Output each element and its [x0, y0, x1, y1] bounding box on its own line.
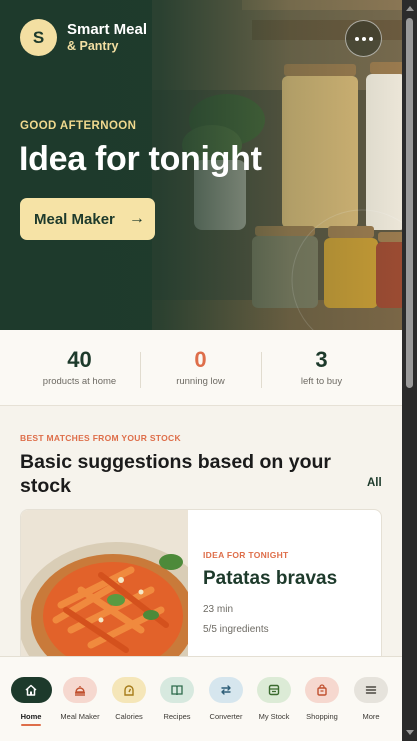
active-indicator [21, 724, 41, 726]
meal-maker-button[interactable]: Meal Maker → [20, 198, 155, 240]
nav-item-my-stock[interactable]: My Stock [250, 677, 298, 721]
recipe-card[interactable]: IDEA FOR TONIGHT Patatas bravas 23 min 5… [20, 509, 382, 669]
vertical-scrollbar[interactable] [402, 0, 417, 741]
nav-label: My Stock [258, 712, 290, 721]
meal-maker-button-label: Meal Maker [34, 210, 115, 228]
scroll-down-icon[interactable] [406, 730, 414, 735]
brand-title: Smart Meal [67, 20, 148, 38]
nav-item-recipes[interactable]: Recipes [153, 677, 201, 721]
swap-icon [209, 677, 243, 703]
nav-label: Home [20, 712, 42, 721]
nav-label: Converter [209, 712, 243, 721]
brand-logo[interactable]: S Smart Meal & Pantry [20, 19, 147, 56]
app-viewport: S Smart Meal & Pantry GOOD AFTERNOON Ide… [0, 0, 402, 741]
nav-label: More [362, 712, 380, 721]
book-icon [160, 677, 194, 703]
suggestions-title: Basic suggestions based on your stock [20, 451, 331, 497]
nav-item-more[interactable]: More [347, 677, 395, 721]
pantry-icon [257, 677, 291, 703]
nav-label: Shopping [306, 712, 338, 721]
stat-value: 3 [315, 347, 328, 372]
nav-label: Calories [115, 712, 143, 721]
stat-running-low[interactable]: 0 running low [140, 347, 261, 388]
gauge-icon [112, 677, 146, 703]
recipe-tag: IDEA FOR TONIGHT [203, 550, 289, 560]
recipe-title: Patatas bravas [203, 568, 338, 589]
more-dot [368, 36, 373, 41]
stat-left-to-buy[interactable]: 3 left to buy [261, 347, 382, 388]
stat-label: products at home [42, 376, 117, 387]
nav-label: Meal Maker [60, 712, 100, 721]
brand-badge: S [20, 19, 57, 56]
more-horizontal-icon [354, 36, 359, 41]
nav-item-shopping[interactable]: Shopping [298, 677, 346, 721]
suggestions-eyebrow: BEST MATCHES FROM YOUR STOCK [20, 433, 181, 443]
pasta-dish-photo [21, 510, 188, 668]
arrow-right-icon: → [128, 210, 145, 227]
stat-value: 0 [194, 347, 207, 372]
stat-label: running low [176, 376, 225, 387]
bottom-nav: Home Meal Maker Calories Recipes Convert… [0, 656, 402, 741]
nav-item-converter[interactable]: Converter [202, 677, 250, 721]
stat-products-at-home[interactable]: 40 products at home [19, 347, 140, 388]
stat-value: 40 [67, 347, 92, 372]
nav-item-home[interactable]: Home [7, 677, 55, 726]
nav-item-meal-maker[interactable]: Meal Maker [56, 677, 104, 721]
shopping-bag-icon [305, 677, 339, 703]
see-all-link[interactable]: All [367, 477, 382, 489]
hero-banner: S Smart Meal & Pantry GOOD AFTERNOON Ide… [0, 0, 402, 330]
greeting-text: GOOD AFTERNOON [20, 120, 137, 132]
recipe-ingredients: 5/5 ingredients [203, 624, 269, 635]
scrollbar-thumb[interactable] [406, 18, 413, 388]
stock-stats: 40 products at home 0 running low 3 left… [0, 330, 402, 406]
scroll-up-icon[interactable] [406, 6, 414, 11]
cloche-icon [63, 677, 97, 703]
more-dot [361, 36, 366, 41]
home-icon [10, 677, 52, 703]
more-options-button[interactable] [345, 20, 382, 57]
nav-item-calories[interactable]: Calories [105, 677, 153, 721]
brand-subtitle: & Pantry [67, 38, 119, 53]
hero-title: Idea for tonight [19, 140, 262, 178]
menu-icon [354, 677, 388, 703]
nav-label: Recipes [163, 712, 191, 721]
recipe-time: 23 min [203, 604, 234, 615]
stat-label: left to buy [300, 376, 343, 387]
